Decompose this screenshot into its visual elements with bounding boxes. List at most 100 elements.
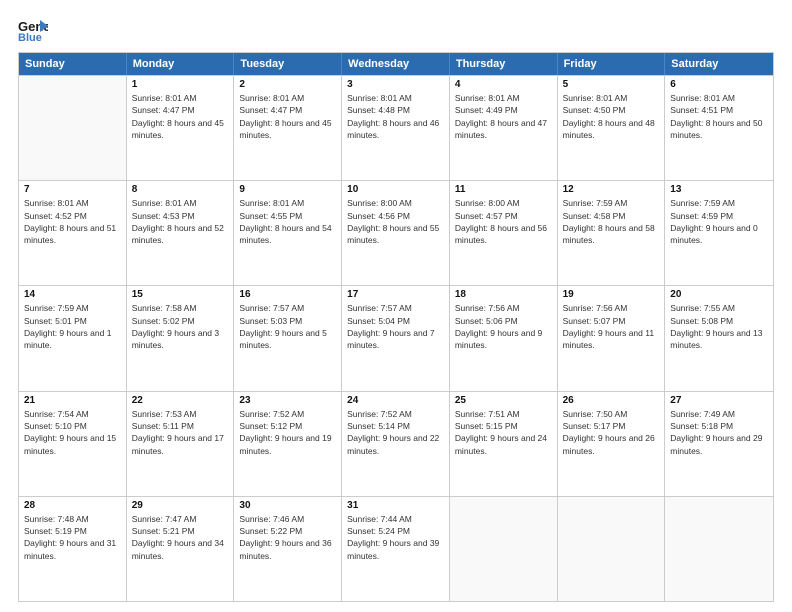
cell-info: Sunrise: 8:01 AM Sunset: 4:53 PM Dayligh… [132,197,229,246]
cell-info: Sunrise: 7:50 AM Sunset: 5:17 PM Dayligh… [563,408,660,457]
cell-info: Sunrise: 7:59 AM Sunset: 4:58 PM Dayligh… [563,197,660,246]
cell-info: Sunrise: 7:59 AM Sunset: 4:59 PM Dayligh… [670,197,768,246]
cell-info: Sunrise: 8:00 AM Sunset: 4:57 PM Dayligh… [455,197,552,246]
cell-info: Sunrise: 7:55 AM Sunset: 5:08 PM Dayligh… [670,302,768,351]
cell-date: 17 [347,289,444,300]
cell-info: Sunrise: 7:58 AM Sunset: 5:02 PM Dayligh… [132,302,229,351]
calendar-cell: 31 Sunrise: 7:44 AM Sunset: 5:24 PM Dayl… [342,497,450,601]
calendar-cell [450,497,558,601]
calendar-cell: 6 Sunrise: 8:01 AM Sunset: 4:51 PM Dayli… [665,76,773,180]
cell-date: 9 [239,184,336,195]
cell-date: 27 [670,395,768,406]
cell-info: Sunrise: 7:54 AM Sunset: 5:10 PM Dayligh… [24,408,121,457]
calendar-cell: 27 Sunrise: 7:49 AM Sunset: 5:18 PM Dayl… [665,392,773,496]
calendar-cell [19,76,127,180]
weekday-header-sunday: Sunday [19,53,127,75]
cell-date: 20 [670,289,768,300]
cell-date: 28 [24,500,121,511]
cell-date: 24 [347,395,444,406]
cell-date: 13 [670,184,768,195]
cell-date: 31 [347,500,444,511]
calendar-row: 14 Sunrise: 7:59 AM Sunset: 5:01 PM Dayl… [19,285,773,390]
cell-date: 11 [455,184,552,195]
cell-info: Sunrise: 8:01 AM Sunset: 4:55 PM Dayligh… [239,197,336,246]
page-header: General Blue [18,18,774,42]
cell-date: 16 [239,289,336,300]
calendar-cell: 26 Sunrise: 7:50 AM Sunset: 5:17 PM Dayl… [558,392,666,496]
calendar-cell: 23 Sunrise: 7:52 AM Sunset: 5:12 PM Dayl… [234,392,342,496]
cell-date: 7 [24,184,121,195]
cell-info: Sunrise: 7:56 AM Sunset: 5:06 PM Dayligh… [455,302,552,351]
cell-info: Sunrise: 7:51 AM Sunset: 5:15 PM Dayligh… [455,408,552,457]
weekday-header-friday: Friday [558,53,666,75]
calendar-header: SundayMondayTuesdayWednesdayThursdayFrid… [19,53,773,75]
calendar-cell: 17 Sunrise: 7:57 AM Sunset: 5:04 PM Dayl… [342,286,450,390]
calendar-cell: 15 Sunrise: 7:58 AM Sunset: 5:02 PM Dayl… [127,286,235,390]
calendar: SundayMondayTuesdayWednesdayThursdayFrid… [18,52,774,602]
cell-date: 5 [563,79,660,90]
calendar-cell: 16 Sunrise: 7:57 AM Sunset: 5:03 PM Dayl… [234,286,342,390]
cell-date: 1 [132,79,229,90]
calendar-cell [665,497,773,601]
calendar-body: 1 Sunrise: 8:01 AM Sunset: 4:47 PM Dayli… [19,75,773,601]
calendar-cell: 30 Sunrise: 7:46 AM Sunset: 5:22 PM Dayl… [234,497,342,601]
cell-info: Sunrise: 7:59 AM Sunset: 5:01 PM Dayligh… [24,302,121,351]
cell-date: 30 [239,500,336,511]
calendar-cell: 13 Sunrise: 7:59 AM Sunset: 4:59 PM Dayl… [665,181,773,285]
calendar-cell: 14 Sunrise: 7:59 AM Sunset: 5:01 PM Dayl… [19,286,127,390]
cell-date: 12 [563,184,660,195]
calendar-cell: 5 Sunrise: 8:01 AM Sunset: 4:50 PM Dayli… [558,76,666,180]
cell-info: Sunrise: 7:56 AM Sunset: 5:07 PM Dayligh… [563,302,660,351]
cell-info: Sunrise: 8:01 AM Sunset: 4:47 PM Dayligh… [239,92,336,141]
cell-date: 3 [347,79,444,90]
calendar-cell: 25 Sunrise: 7:51 AM Sunset: 5:15 PM Dayl… [450,392,558,496]
cell-info: Sunrise: 8:01 AM Sunset: 4:49 PM Dayligh… [455,92,552,141]
calendar-cell: 18 Sunrise: 7:56 AM Sunset: 5:06 PM Dayl… [450,286,558,390]
weekday-header-wednesday: Wednesday [342,53,450,75]
calendar-cell: 9 Sunrise: 8:01 AM Sunset: 4:55 PM Dayli… [234,181,342,285]
calendar-cell [558,497,666,601]
cell-date: 14 [24,289,121,300]
cell-info: Sunrise: 7:53 AM Sunset: 5:11 PM Dayligh… [132,408,229,457]
calendar-cell: 24 Sunrise: 7:52 AM Sunset: 5:14 PM Dayl… [342,392,450,496]
calendar-cell: 22 Sunrise: 7:53 AM Sunset: 5:11 PM Dayl… [127,392,235,496]
calendar-row: 28 Sunrise: 7:48 AM Sunset: 5:19 PM Dayl… [19,496,773,601]
calendar-cell: 28 Sunrise: 7:48 AM Sunset: 5:19 PM Dayl… [19,497,127,601]
cell-info: Sunrise: 7:48 AM Sunset: 5:19 PM Dayligh… [24,513,121,562]
logo-icon: General Blue [18,18,48,42]
weekday-header-thursday: Thursday [450,53,558,75]
weekday-header-tuesday: Tuesday [234,53,342,75]
cell-info: Sunrise: 8:01 AM Sunset: 4:48 PM Dayligh… [347,92,444,141]
cell-info: Sunrise: 8:01 AM Sunset: 4:50 PM Dayligh… [563,92,660,141]
cell-info: Sunrise: 8:01 AM Sunset: 4:47 PM Dayligh… [132,92,229,141]
cell-date: 15 [132,289,229,300]
calendar-row: 7 Sunrise: 8:01 AM Sunset: 4:52 PM Dayli… [19,180,773,285]
calendar-cell: 4 Sunrise: 8:01 AM Sunset: 4:49 PM Dayli… [450,76,558,180]
cell-date: 21 [24,395,121,406]
cell-info: Sunrise: 7:57 AM Sunset: 5:03 PM Dayligh… [239,302,336,351]
cell-date: 18 [455,289,552,300]
cell-date: 6 [670,79,768,90]
cell-info: Sunrise: 7:52 AM Sunset: 5:12 PM Dayligh… [239,408,336,457]
calendar-cell: 19 Sunrise: 7:56 AM Sunset: 5:07 PM Dayl… [558,286,666,390]
calendar-cell: 12 Sunrise: 7:59 AM Sunset: 4:58 PM Dayl… [558,181,666,285]
cell-date: 26 [563,395,660,406]
cell-date: 29 [132,500,229,511]
cell-info: Sunrise: 7:52 AM Sunset: 5:14 PM Dayligh… [347,408,444,457]
calendar-cell: 2 Sunrise: 8:01 AM Sunset: 4:47 PM Dayli… [234,76,342,180]
cell-date: 8 [132,184,229,195]
calendar-cell: 11 Sunrise: 8:00 AM Sunset: 4:57 PM Dayl… [450,181,558,285]
cell-date: 2 [239,79,336,90]
cell-info: Sunrise: 7:46 AM Sunset: 5:22 PM Dayligh… [239,513,336,562]
cell-date: 4 [455,79,552,90]
cell-info: Sunrise: 8:01 AM Sunset: 4:51 PM Dayligh… [670,92,768,141]
cell-info: Sunrise: 7:49 AM Sunset: 5:18 PM Dayligh… [670,408,768,457]
calendar-cell: 3 Sunrise: 8:01 AM Sunset: 4:48 PM Dayli… [342,76,450,180]
cell-info: Sunrise: 8:00 AM Sunset: 4:56 PM Dayligh… [347,197,444,246]
cell-date: 22 [132,395,229,406]
calendar-row: 1 Sunrise: 8:01 AM Sunset: 4:47 PM Dayli… [19,75,773,180]
cell-info: Sunrise: 7:57 AM Sunset: 5:04 PM Dayligh… [347,302,444,351]
calendar-cell: 8 Sunrise: 8:01 AM Sunset: 4:53 PM Dayli… [127,181,235,285]
cell-date: 23 [239,395,336,406]
calendar-cell: 1 Sunrise: 8:01 AM Sunset: 4:47 PM Dayli… [127,76,235,180]
